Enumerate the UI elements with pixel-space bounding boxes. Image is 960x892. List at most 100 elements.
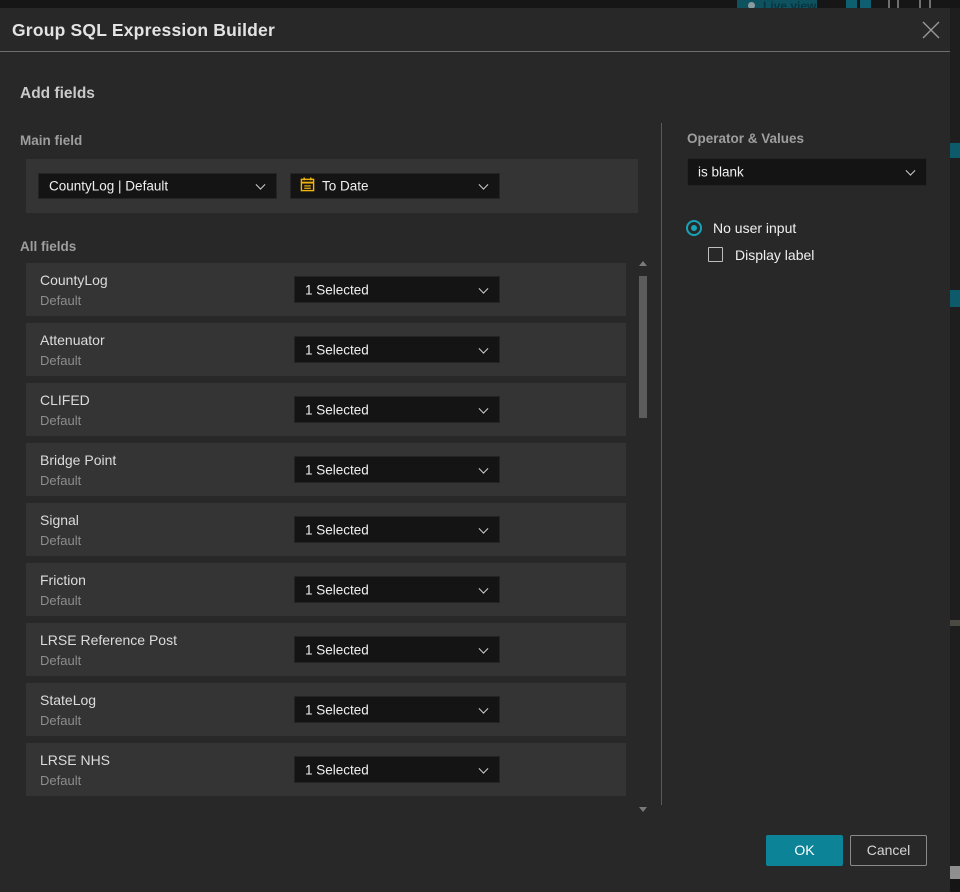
field-subtitle: Default [40,353,82,368]
field-selection-dropdown-value: 1 Selected [305,762,369,777]
display-label-checkbox[interactable] [708,247,723,262]
chevron-down-icon [255,179,266,190]
field-name: LRSE Reference Post [40,632,177,648]
field-row: CLIFED Default 1 Selected [26,383,626,436]
no-user-input-label: No user input [713,220,797,236]
layout-icon[interactable] [846,0,857,8]
field-subtitle: Default [40,653,82,668]
toolbar-icon[interactable] [919,0,921,8]
field-subtitle: Default [40,713,82,728]
field-selection-dropdown[interactable]: 1 Selected [294,696,500,723]
cancel-button[interactable]: Cancel [850,835,927,866]
field-name: StateLog [40,692,97,708]
layout-icon[interactable] [860,0,871,8]
toolbar-icon[interactable] [897,0,899,8]
chevron-down-icon [478,283,489,294]
background-app-right-sliver [950,8,960,892]
field-subtitle: Default [40,473,82,488]
field-selection-dropdown-value: 1 Selected [305,702,369,717]
field-subtitle: Default [40,533,82,548]
main-field-select-value: CountyLog | Default [49,178,169,194]
chevron-down-icon [478,179,489,190]
field-subtitle: Default [40,293,82,308]
field-row: LRSE NHS Default 1 Selected [26,743,626,796]
dialog-header: Group SQL Expression Builder [0,8,950,52]
no-user-input-radio[interactable] [686,220,702,236]
field-selection-dropdown[interactable]: 1 Selected [294,576,500,603]
field-subtitle: Default [40,773,82,788]
field-selection-dropdown[interactable]: 1 Selected [294,396,500,423]
chevron-down-icon [478,403,489,414]
background-app-top-strip: Live view [0,0,960,8]
field-selection-dropdown[interactable]: 1 Selected [294,456,500,483]
field-subtitle: Default [40,593,82,608]
add-fields-heading: Add fields [20,85,95,102]
scroll-down-icon[interactable] [639,807,647,812]
field-selection-dropdown-value: 1 Selected [305,642,369,657]
field-row: CountyLog Default 1 Selected [26,263,626,316]
field-row: Bridge Point Default 1 Selected [26,443,626,496]
field-selection-dropdown-value: 1 Selected [305,402,369,417]
field-name: LRSE NHS [40,752,111,768]
scrollbar-thumb[interactable] [639,276,647,418]
chevron-down-icon [478,463,489,474]
live-view-label: Live view [763,0,817,8]
field-row: Friction Default 1 Selected [26,563,626,616]
field-selection-dropdown[interactable]: 1 Selected [294,276,500,303]
field-selection-dropdown[interactable]: 1 Selected [294,636,500,663]
field-selection-dropdown[interactable]: 1 Selected [294,336,500,363]
main-field-label: Main field [20,133,83,148]
field-subtitle: Default [40,413,82,428]
field-name: Signal [40,512,79,528]
field-name: CountyLog [40,272,108,288]
all-fields-list: CountyLog Default 1 Selected Attenuator … [26,263,626,803]
date-part-select[interactable]: To Date [290,173,500,199]
field-row: StateLog Default 1 Selected [26,683,626,736]
field-selection-dropdown[interactable]: 1 Selected [294,756,500,783]
live-view-button[interactable]: Live view [737,0,817,8]
background-text-fragment [950,620,960,626]
field-name: Attenuator [40,332,105,348]
background-teal-block [950,143,960,158]
toolbar-icon[interactable] [888,0,890,8]
radio-selected-dot [691,225,697,231]
chevron-down-icon [478,763,489,774]
calendar-icon [300,177,315,195]
field-selection-dropdown-value: 1 Selected [305,282,369,297]
field-name: CLIFED [40,392,90,408]
display-label-label: Display label [735,247,815,263]
group-sql-expression-builder-dialog: Group SQL Expression Builder Add fields … [0,8,950,892]
field-selection-dropdown-value: 1 Selected [305,342,369,357]
scroll-up-icon[interactable] [639,261,647,266]
field-row: LRSE Reference Post Default 1 Selected [26,623,626,676]
chevron-down-icon [905,165,916,176]
ok-button[interactable]: OK [766,835,843,866]
background-dark-edge [950,879,960,892]
chevron-down-icon [478,643,489,654]
date-part-select-value: To Date [322,178,369,194]
operator-values-label: Operator & Values [687,131,805,146]
field-row: Signal Default 1 Selected [26,503,626,556]
chevron-down-icon [478,703,489,714]
dialog-title: Group SQL Expression Builder [12,20,275,40]
field-selection-dropdown[interactable]: 1 Selected [294,516,500,543]
close-icon[interactable] [920,19,942,41]
operator-select[interactable]: is blank [687,158,927,186]
panel-divider [661,123,662,805]
main-field-panel: CountyLog | Default To Date [26,159,638,213]
all-fields-label: All fields [20,239,77,254]
field-selection-dropdown-value: 1 Selected [305,462,369,477]
background-scrollbar [950,866,960,879]
chevron-down-icon [478,343,489,354]
chevron-down-icon [478,523,489,534]
field-name: Bridge Point [40,452,117,468]
field-name: Friction [40,572,86,588]
chevron-down-icon [478,583,489,594]
fields-list-scrollbar[interactable] [636,258,650,815]
toolbar-icon[interactable] [929,0,931,8]
operator-select-value: is blank [698,164,744,180]
background-teal-block [950,290,960,307]
field-selection-dropdown-value: 1 Selected [305,582,369,597]
main-field-select[interactable]: CountyLog | Default [38,173,277,199]
field-row: Attenuator Default 1 Selected [26,323,626,376]
